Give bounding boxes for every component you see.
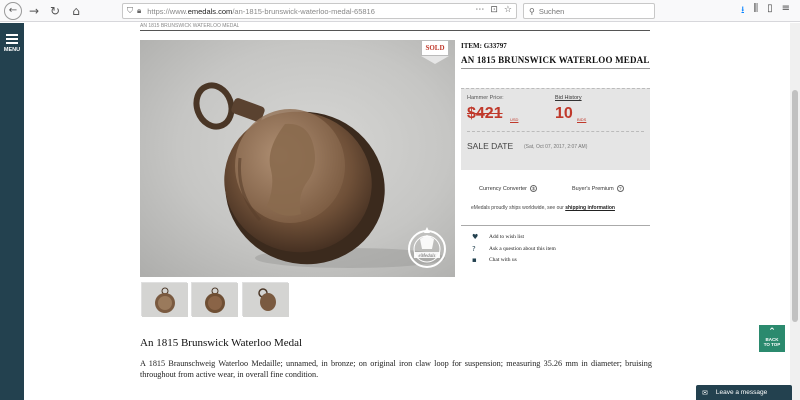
page-scrollbar[interactable] bbox=[790, 23, 800, 400]
chevron-up-icon: ⌃ bbox=[768, 327, 776, 337]
product-main-image[interactable]: SOLD eMedals bbox=[140, 40, 455, 277]
back-icon[interactable]: ← bbox=[4, 1, 22, 20]
side-menu-strip: MENU bbox=[0, 23, 24, 400]
leave-message-button[interactable]: ✉ Leave a message bbox=[696, 385, 792, 400]
home-icon[interactable]: ⌂ bbox=[67, 2, 85, 20]
divider bbox=[461, 225, 650, 226]
heart-icon: ♥ bbox=[472, 233, 479, 241]
bid-unit: BIDS bbox=[577, 117, 587, 122]
scrollbar-thumb[interactable] bbox=[792, 90, 798, 322]
shield-icon: ⛉ bbox=[127, 6, 133, 15]
emedals-watermark-logo: eMedals bbox=[408, 227, 446, 268]
chat-with-us-button[interactable]: ▪ Chat with us bbox=[472, 256, 517, 264]
divider bbox=[467, 131, 644, 132]
sidebar-icon[interactable]: ▯ bbox=[767, 3, 773, 20]
product-title: AN 1815 BRUNSWICK WATERLOO MEDAL bbox=[461, 55, 650, 65]
download-icon[interactable]: ⭳ bbox=[741, 3, 745, 20]
envelope-icon: ✉ bbox=[702, 388, 708, 397]
chat-icon: ▪ bbox=[472, 256, 477, 264]
buyers-premium-link[interactable]: Buyer's Premium? bbox=[572, 185, 624, 192]
lock-icon: 🔒︎ bbox=[137, 6, 142, 15]
bookmark-star-icon[interactable]: ☆ bbox=[504, 5, 512, 15]
reload-icon[interactable]: ↻ bbox=[46, 2, 64, 20]
hamburger-icon[interactable] bbox=[6, 34, 18, 46]
sale-date-value: (Sat, Oct 07, 2017, 2:07 AM) bbox=[524, 144, 588, 150]
question-icon: ? bbox=[472, 245, 476, 253]
more-icon[interactable]: ⋯ bbox=[475, 5, 484, 15]
shipping-information-link[interactable]: shipping information bbox=[565, 205, 615, 211]
medal-thumb bbox=[142, 283, 188, 317]
hammer-price-value: $421 bbox=[467, 105, 503, 122]
question-icon: ? bbox=[616, 185, 624, 192]
bid-history-link[interactable]: Bid History bbox=[555, 95, 582, 101]
hammer-price-label: Hammer Price: bbox=[467, 95, 504, 101]
medal-thumb bbox=[192, 283, 238, 317]
dollar-icon: $ bbox=[530, 185, 537, 192]
thumbnail-2[interactable] bbox=[191, 282, 238, 317]
forward-icon[interactable]: → bbox=[25, 2, 43, 20]
medal-thumb bbox=[243, 283, 289, 317]
shipping-note: eMedals proudly ships worldwide, see our… bbox=[471, 205, 615, 211]
back-to-top-button[interactable]: ⌃ BACK TO TOP bbox=[759, 325, 785, 352]
ask-question-button[interactable]: ? Ask a question about this item bbox=[472, 245, 556, 253]
price-box: Hammer Price: $421 USD Bid History 10 BI… bbox=[461, 88, 650, 170]
divider bbox=[140, 30, 650, 31]
description-title: An 1815 Brunswick Waterloo Medal bbox=[140, 337, 303, 349]
item-number: ITEM: G33797 bbox=[461, 42, 507, 50]
search-placeholder: Suchen bbox=[538, 6, 565, 16]
description-body: A 1815 Braunschweig Waterloo Medaille; u… bbox=[140, 359, 652, 379]
svg-text:eMedals: eMedals bbox=[419, 254, 436, 259]
library-icon[interactable]: ⫼ bbox=[753, 3, 758, 20]
bid-count: 10 bbox=[555, 105, 573, 122]
search-input[interactable]: ⚲ Suchen bbox=[523, 3, 655, 19]
pocket-icon[interactable]: ⊡ bbox=[490, 5, 498, 15]
sold-badge: SOLD bbox=[421, 40, 449, 66]
thumbnail-1[interactable] bbox=[141, 282, 188, 317]
url-bar[interactable]: ⛉ 🔒︎ https://www.emedals.com/an-1815-bru… bbox=[122, 3, 517, 19]
hammer-price-currency: USD bbox=[510, 117, 519, 122]
divider bbox=[461, 68, 650, 69]
menu-label[interactable]: MENU bbox=[2, 47, 22, 53]
url-text: https://www.emedals.com/an-1815-brunswic… bbox=[147, 6, 375, 16]
search-icon: ⚲ bbox=[529, 6, 535, 16]
thumbnail-3[interactable] bbox=[242, 282, 289, 317]
sale-date-label: SALE DATE bbox=[467, 141, 514, 151]
add-to-wishlist-button[interactable]: ♥ Add to wish list bbox=[472, 233, 524, 241]
app-menu-icon[interactable]: ≡ bbox=[782, 3, 790, 20]
currency-converter-link[interactable]: Currency Converter $ bbox=[479, 185, 537, 192]
